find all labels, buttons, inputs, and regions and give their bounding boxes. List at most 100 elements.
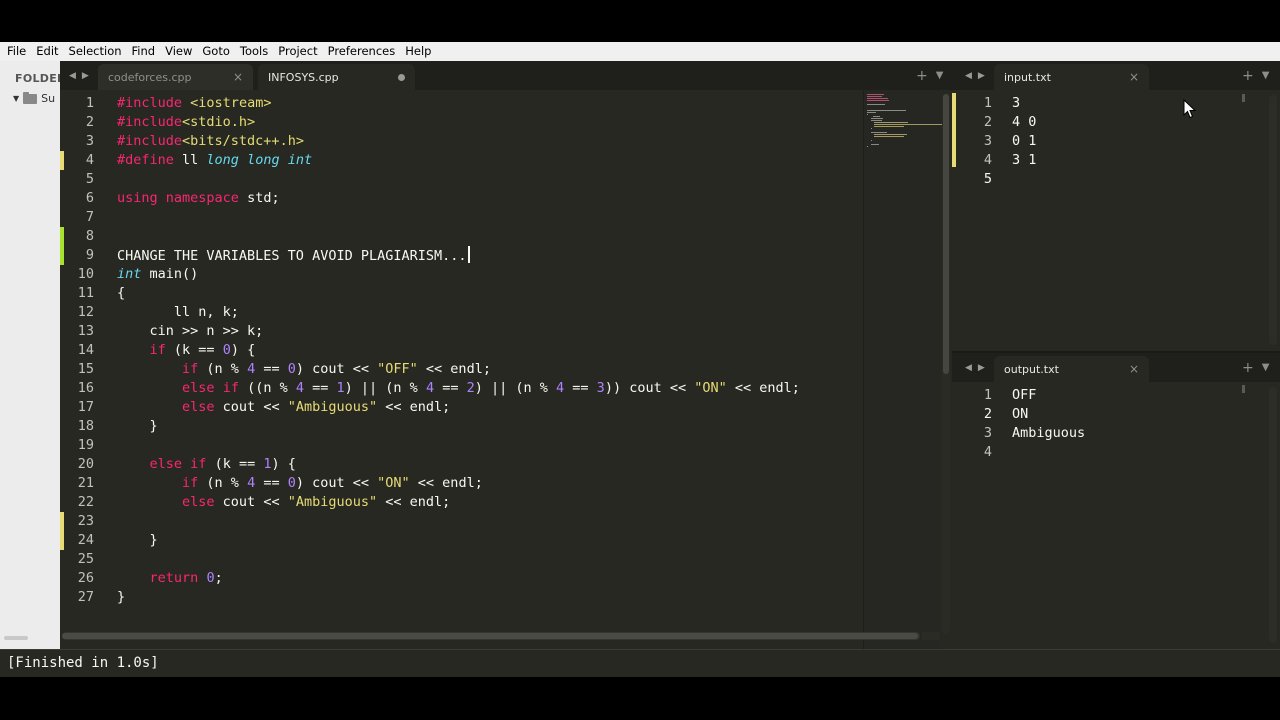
menu-help[interactable]: Help <box>400 42 436 61</box>
text-line: 3 1 <box>1012 152 1037 168</box>
sidebar-scrollbar[interactable] <box>4 636 28 640</box>
vertical-scrollbar[interactable] <box>1269 387 1277 643</box>
line-number: 4 <box>983 152 992 168</box>
minimap[interactable] <box>1242 385 1245 393</box>
line-number: 25 <box>77 551 94 567</box>
menu-tools[interactable]: Tools <box>235 42 273 61</box>
text-line: 4 0 <box>1012 114 1037 130</box>
minimap-line <box>867 104 885 105</box>
minimap-line <box>867 110 906 111</box>
line-number: 14 <box>77 342 94 358</box>
text-line: 0 1 <box>1012 133 1037 149</box>
change-marker <box>60 531 64 550</box>
menu-selection[interactable]: Selection <box>64 42 127 61</box>
code-line: #include<stdio.h> <box>117 114 256 130</box>
next-tab-icon[interactable]: ▶ <box>978 363 985 373</box>
line-number: 27 <box>77 589 94 605</box>
close-icon[interactable]: × <box>1129 70 1139 84</box>
tab-infosys[interactable]: INFOSYS.cpp <box>258 64 415 90</box>
line-number: 15 <box>77 361 94 377</box>
expand-icon[interactable]: ▼ <box>13 94 19 103</box>
add-tab-icon[interactable]: + <box>1242 360 1254 376</box>
tab-input[interactable]: input.txt × <box>994 64 1149 90</box>
minimap-line <box>870 144 879 145</box>
vertical-scrollbar[interactable] <box>942 94 950 634</box>
line-number: 2 <box>983 114 992 130</box>
tab-dropdown-icon[interactable]: ▼ <box>1262 70 1270 81</box>
prev-tab-icon[interactable]: ◀ <box>965 71 972 81</box>
tab-label: output.txt <box>1004 362 1059 376</box>
add-tab-icon[interactable]: + <box>1242 68 1254 84</box>
minimap-line <box>867 94 885 95</box>
line-number: 1 <box>983 387 992 403</box>
line-number: 2 <box>85 114 94 130</box>
sidebar-folder-item[interactable]: ▼ Su <box>13 91 55 105</box>
minimap-line <box>870 140 872 141</box>
minimap[interactable] <box>863 90 943 650</box>
code-line: return 0; <box>149 570 223 586</box>
build-output-panel: [Finished in 1.0s] <box>0 649 1280 677</box>
vertical-scrollbar[interactable] <box>1269 95 1277 345</box>
add-tab-icon[interactable]: + <box>916 68 928 84</box>
line-number: 20 <box>77 456 94 472</box>
sidebar-title: FOLDER <box>15 72 60 85</box>
horizontal-scrollbar-thumb[interactable] <box>62 633 918 639</box>
mouse-cursor-icon <box>1183 99 1197 119</box>
minimap-line <box>870 120 883 121</box>
minimap[interactable] <box>1242 94 1245 102</box>
line-number: 13 <box>77 323 94 339</box>
line-number: 1 <box>983 95 992 111</box>
tab-dropdown-icon[interactable]: ▼ <box>1262 362 1270 373</box>
text-line: ON <box>1012 406 1029 422</box>
minimap-line <box>867 100 889 101</box>
tab-label: INFOSYS.cpp <box>268 70 339 84</box>
line-number: 22 <box>77 494 94 510</box>
change-marker <box>60 512 64 531</box>
tab-bar: ◀ ▶ output.txt × + ▼ <box>952 353 1280 382</box>
menu-file[interactable]: File <box>2 42 31 61</box>
menu-find[interactable]: Find <box>127 42 161 61</box>
unsaved-dot-icon[interactable] <box>398 73 405 81</box>
close-icon[interactable]: × <box>233 70 243 84</box>
next-tab-icon[interactable]: ▶ <box>978 71 985 81</box>
change-marker <box>60 227 64 246</box>
tab-actions: + ▼ <box>1238 61 1273 90</box>
menu-goto[interactable]: Goto <box>197 42 235 61</box>
code-line: cin >> n >> k; <box>117 323 264 339</box>
tab-bar: ◀ ▶ input.txt × + ▼ <box>952 61 1280 90</box>
folder-icon <box>23 91 38 104</box>
line-number: 11 <box>77 285 94 301</box>
line-number: 3 <box>85 133 94 149</box>
tab-nav: ◀ ▶ <box>66 61 92 90</box>
sidebar: FOLDER ▼ Su <box>0 61 60 649</box>
menu-view[interactable]: View <box>160 42 197 61</box>
line-number: 26 <box>77 570 94 586</box>
code-line: #include<bits/stdc++.h> <box>117 133 304 149</box>
change-marker <box>60 246 64 265</box>
editor-pane-output: ◀ ▶ output.txt × + ▼ 1 2 3 4 OFF ON Ambiguous <box>952 353 1280 649</box>
vertical-scrollbar-thumb[interactable] <box>943 94 949 374</box>
menu-project[interactable]: Project <box>273 42 322 61</box>
code-line: #include <iostream> <box>117 95 272 111</box>
prev-tab-icon[interactable]: ◀ <box>965 363 972 373</box>
code-line: if (n % 4 == 0) cout << "ON" << endl; <box>182 475 483 491</box>
tab-dropdown-icon[interactable]: ▼ <box>936 70 944 81</box>
line-number: 6 <box>85 190 94 206</box>
tab-actions: + ▼ <box>1238 353 1273 382</box>
menu-edit[interactable]: Edit <box>31 42 63 61</box>
tab-codeforces[interactable]: codeforces.cpp × <box>98 64 253 90</box>
line-number: 18 <box>77 418 94 434</box>
line-number: 2 <box>983 406 992 422</box>
code-line: else if (k == 1) { <box>149 456 296 472</box>
horizontal-scrollbar[interactable] <box>62 632 920 640</box>
next-tab-icon[interactable]: ▶ <box>82 71 89 81</box>
code-area[interactable]: #include <iostream> #include<stdio.h> #inc… <box>117 90 867 630</box>
scroll-corner <box>922 632 940 640</box>
code-line: ll n, k; <box>117 304 239 320</box>
close-icon[interactable]: × <box>1129 362 1139 376</box>
prev-tab-icon[interactable]: ◀ <box>69 71 76 81</box>
line-number: 21 <box>77 475 94 491</box>
tab-output[interactable]: output.txt × <box>994 356 1149 382</box>
menu-preferences[interactable]: Preferences <box>323 42 401 61</box>
minimap-line <box>873 116 881 117</box>
